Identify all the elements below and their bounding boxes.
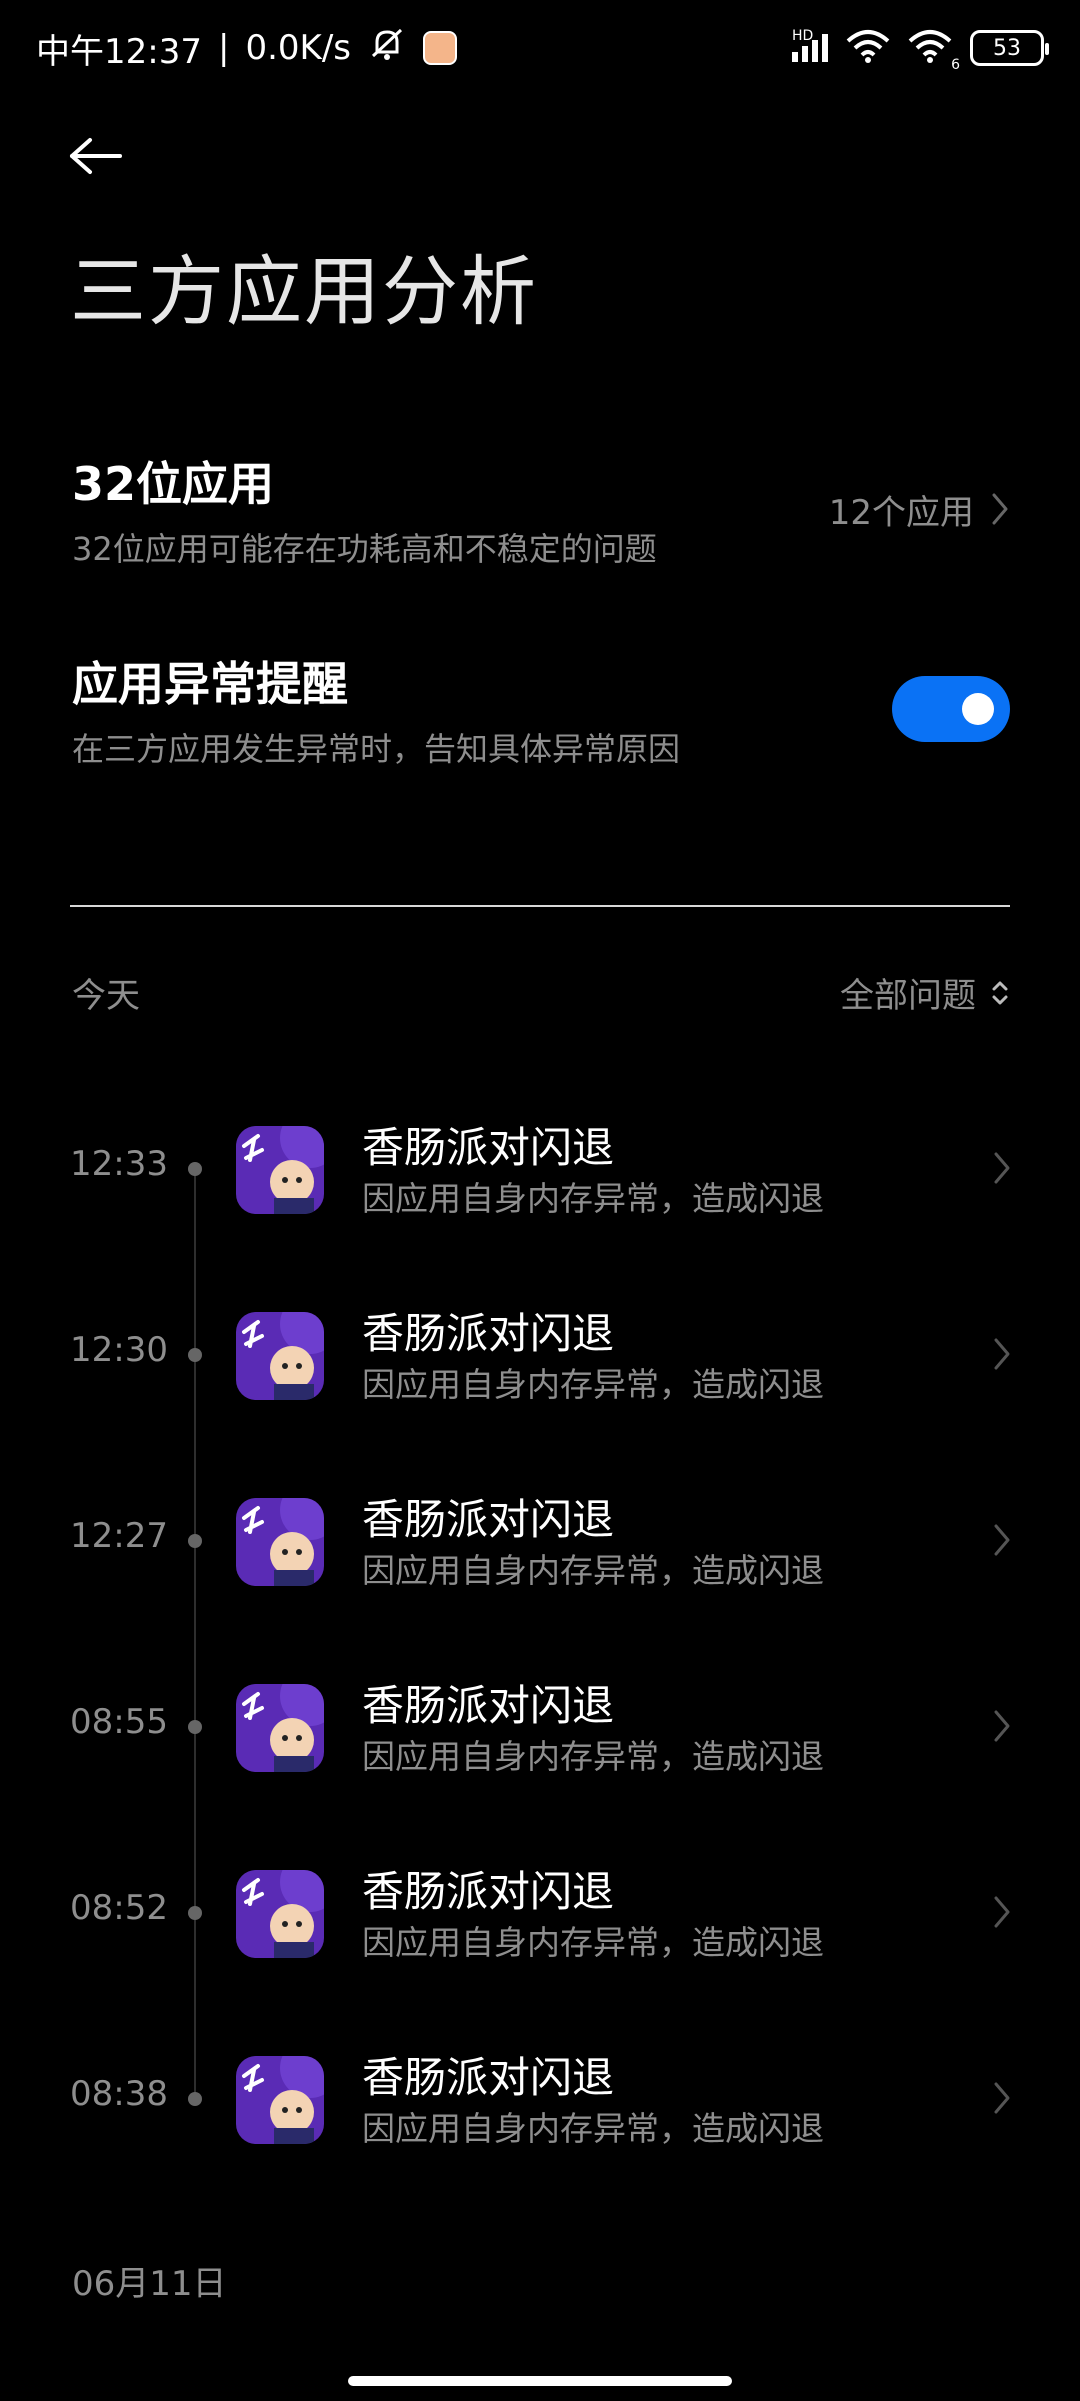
battery-level: 53 — [993, 35, 1021, 61]
page-title: 三方应用分析 — [70, 247, 538, 336]
app-icon — [236, 1312, 324, 1400]
mute-icon — [367, 24, 407, 73]
issue-filter-label: 全部问题 — [840, 976, 976, 1016]
toggle-knob — [962, 693, 994, 725]
crash-alert-description: 在三方应用发生异常时，告知具体异常原因 — [72, 730, 681, 768]
app-icon — [236, 1870, 324, 1958]
apps-32bit-title: 32位应用 — [72, 457, 275, 511]
apps-32bit-count: 12个应用 — [828, 492, 974, 533]
hd-label: HD — [792, 28, 814, 44]
wifi-icon — [846, 29, 890, 67]
entry-title: 香肠派对闪退 — [362, 2053, 615, 2102]
chevron-right-icon — [992, 1336, 1012, 1376]
app-icon — [236, 1684, 324, 1772]
crash-alert-text: 应用异常提醒 在三方应用发生异常时，告知具体异常原因 — [72, 648, 680, 770]
section-header: 今天 全部问题 — [72, 968, 1010, 1017]
chevron-right-icon — [992, 2080, 1012, 2120]
crash-entry[interactable]: 12:33 香肠派对闪退 因应用自身内存异常，造成闪退 — [0, 1100, 1080, 1240]
crash-entry[interactable]: 08:38 香肠派对闪退 因应用自身内存异常，造成闪退 — [0, 2030, 1080, 2170]
network-speed: 0.0K/s — [245, 28, 351, 68]
chevron-right-icon — [992, 1522, 1012, 1562]
battery-icon: 53 — [970, 30, 1049, 66]
entry-time: 12:27 — [70, 1516, 168, 1556]
status-bar-right: HD 6 53 — [792, 28, 1049, 73]
entry-title: 香肠派对闪退 — [362, 1867, 615, 1916]
date-label: 06月11日 — [72, 2264, 227, 2304]
status-separator: | — [217, 28, 230, 68]
entry-title: 香肠派对闪退 — [362, 1681, 615, 1730]
app-icon — [236, 1126, 324, 1214]
chevron-right-icon — [992, 1708, 1012, 1748]
chevron-right-icon — [992, 1894, 1012, 1934]
entry-description: 因应用自身内存异常，造成闪退 — [362, 1923, 824, 1962]
app-icon — [236, 1498, 324, 1586]
timeline-dot — [188, 2092, 202, 2106]
apps-32bit-text: 32位应用 32位应用可能存在功耗高和不稳定的问题 — [72, 448, 657, 570]
sort-updown-icon — [992, 981, 1008, 1004]
apps-32bit-description: 32位应用可能存在功耗高和不稳定的问题 — [72, 530, 657, 568]
crash-entry[interactable]: 12:30 香肠派对闪退 因应用自身内存异常，造成闪退 — [0, 1286, 1080, 1426]
timeline-dot — [188, 1534, 202, 1548]
status-time: 中午12:37 — [36, 31, 202, 72]
entry-description: 因应用自身内存异常，造成闪退 — [362, 2109, 824, 2148]
status-bar: 中午12:37 | 0.0K/s HD 6 53 — [0, 0, 1080, 96]
crash-entry[interactable]: 12:27 香肠派对闪退 因应用自身内存异常，造成闪退 — [0, 1472, 1080, 1612]
back-button[interactable] — [60, 120, 132, 192]
timeline-dot — [188, 1348, 202, 1362]
entry-title: 香肠派对闪退 — [362, 1495, 615, 1544]
wifi6-icon: 6 — [908, 29, 960, 73]
entry-time: 08:38 — [70, 2074, 168, 2114]
crash-entry[interactable]: 08:55 香肠派对闪退 因应用自身内存异常，造成闪退 — [0, 1658, 1080, 1798]
chevron-right-icon — [992, 1150, 1012, 1190]
app-icon — [236, 2056, 324, 2144]
app-notification-icon — [423, 31, 457, 65]
entry-time: 08:55 — [70, 1702, 168, 1742]
home-indicator[interactable] — [348, 2376, 732, 2386]
entry-description: 因应用自身内存异常，造成闪退 — [362, 1365, 824, 1404]
entry-title: 香肠派对闪退 — [362, 1309, 615, 1358]
entry-title: 香肠派对闪退 — [362, 1123, 615, 1172]
hd-signal-icon: HD — [792, 28, 828, 62]
apps-32bit-value: 12个应用 — [829, 485, 1010, 534]
timeline-dot — [188, 1720, 202, 1734]
entry-time: 12:33 — [70, 1144, 168, 1184]
entry-description: 因应用自身内存异常，造成闪退 — [362, 1179, 824, 1218]
crash-alert-title: 应用异常提醒 — [72, 657, 348, 711]
entry-description: 因应用自身内存异常，造成闪退 — [362, 1737, 824, 1776]
wifi6-badge: 6 — [951, 57, 960, 73]
entry-description: 因应用自身内存异常，造成闪退 — [362, 1551, 824, 1590]
apps-32bit-row[interactable]: 32位应用 32位应用可能存在功耗高和不稳定的问题 12个应用 — [72, 448, 1010, 570]
arrow-left-icon — [70, 138, 122, 174]
timeline-dot — [188, 1162, 202, 1176]
chevron-right-icon — [992, 493, 1008, 525]
crash-alert-toggle[interactable] — [892, 676, 1010, 742]
entry-time: 12:30 — [70, 1330, 168, 1370]
status-bar-left: 中午12:37 | 0.0K/s — [36, 24, 457, 73]
entry-time: 08:52 — [70, 1888, 168, 1928]
crash-entry[interactable]: 08:52 香肠派对闪退 因应用自身内存异常，造成闪退 — [0, 1844, 1080, 1984]
divider — [70, 905, 1010, 907]
day-label: 今天 — [72, 976, 140, 1016]
timeline-dot — [188, 1906, 202, 1920]
issue-filter-dropdown[interactable]: 全部问题 — [840, 968, 1010, 1017]
crash-alert-row: 应用异常提醒 在三方应用发生异常时，告知具体异常原因 — [72, 648, 1010, 770]
